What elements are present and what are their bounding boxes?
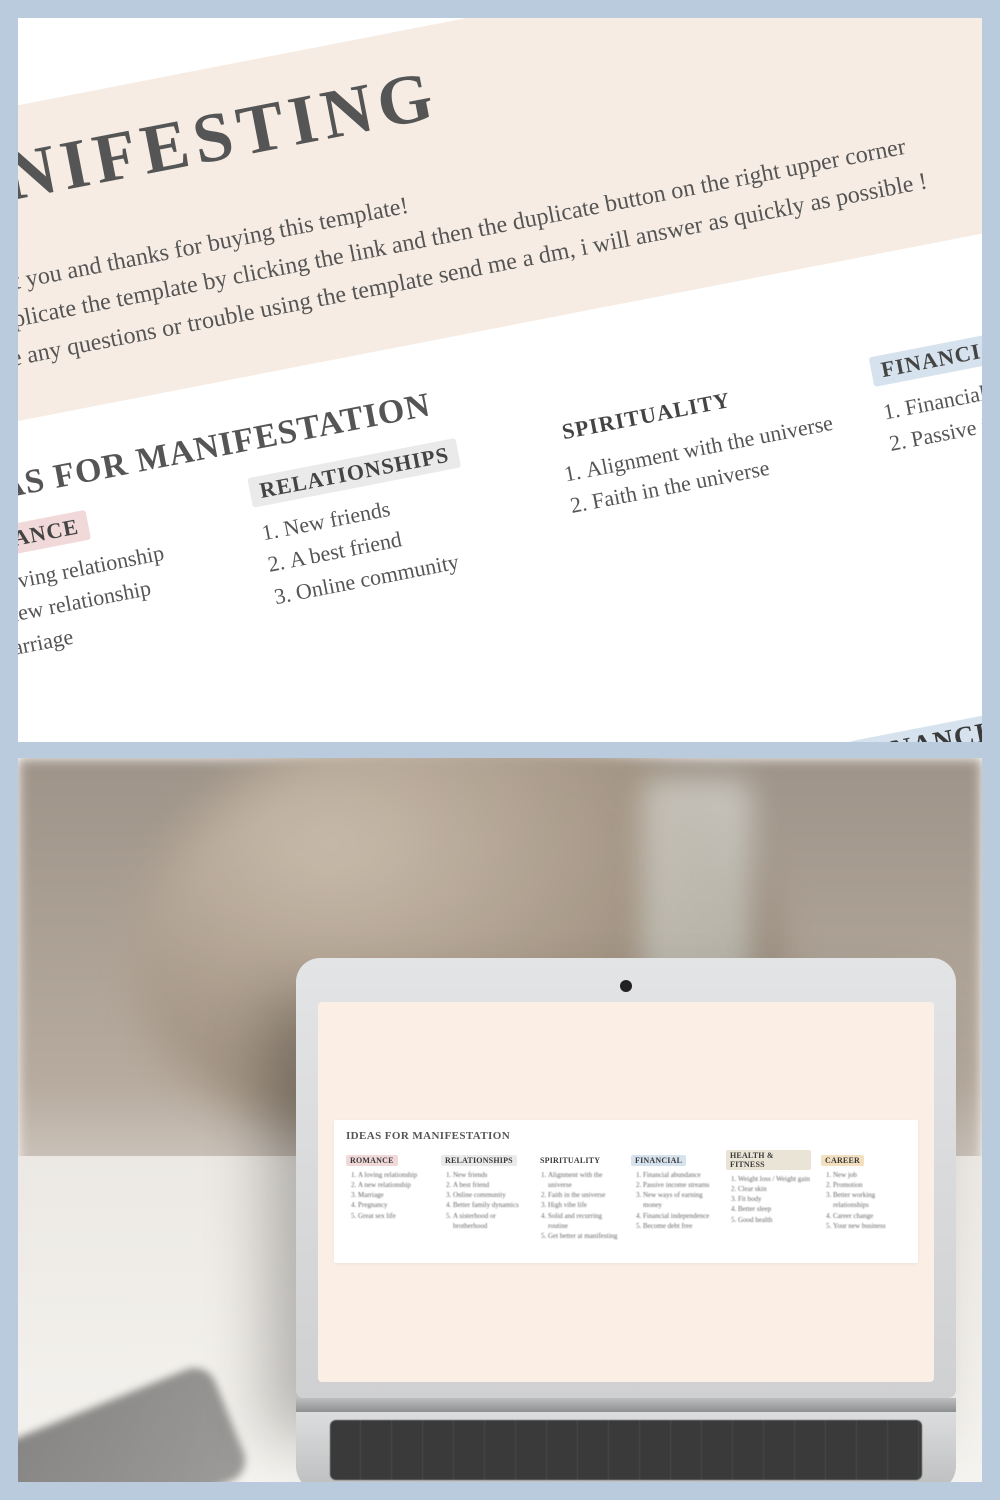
peek-tag-financial: FINANCIAL [849, 706, 982, 742]
list-item: Financial independence [643, 1211, 716, 1221]
mini-column-romance: ROMANCE A loving relationship A new rela… [346, 1150, 431, 1241]
list-item: Online community [453, 1190, 526, 1200]
screen-content: IDEAS FOR MANIFESTATION ROMANCE A loving… [334, 1120, 918, 1263]
list-item: New job [833, 1170, 906, 1180]
mini-section-title: IDEAS FOR MANIFESTATION [346, 1130, 906, 1142]
list-item: Clear skin [738, 1184, 811, 1194]
list-item: A new relationship [358, 1180, 431, 1190]
mini-tag-romance: ROMANCE [346, 1155, 398, 1166]
list-item: Pregnancy [358, 1200, 431, 1210]
mini-tag-spirituality: SPIRITUALITY [536, 1155, 604, 1166]
webcam-icon [620, 980, 632, 992]
mini-column-relationships: RELATIONSHIPS New friends A best friend … [441, 1150, 526, 1241]
laptop-screen: IDEAS FOR MANIFESTATION ROMANCE A loving… [318, 1002, 934, 1382]
list-item: Solid and recurring routine [548, 1211, 621, 1231]
list-item: Good health [738, 1215, 811, 1225]
list-item: Your new business [833, 1221, 906, 1231]
list-item: Great sex life [358, 1211, 431, 1221]
mini-column-financial: FINANCIAL Financial abundance Passive in… [631, 1150, 716, 1241]
mini-tag-relationships: RELATIONSHIPS [441, 1155, 517, 1166]
list-item: Better working relationships [833, 1190, 906, 1210]
list-item: Alignment with the universe [548, 1170, 621, 1190]
mini-column-spirituality: SPIRITUALITY Alignment with the universe… [536, 1150, 621, 1241]
list-item: Passive income streams [643, 1180, 716, 1190]
list-item: Better sleep [738, 1204, 811, 1214]
laptop-bezel: IDEAS FOR MANIFESTATION ROMANCE A loving… [296, 958, 956, 1398]
list-item: Weight loss / Weight gain [738, 1174, 811, 1184]
list-item: New ways of earning money [643, 1190, 716, 1210]
document-closeup: MANIFESTING I'm Alicia ✨ Nice to meet yo… [18, 18, 982, 687]
mini-tag-career: CAREER [821, 1155, 864, 1166]
laptop-mockup: IDEAS FOR MANIFESTATION ROMANCE A loving… [296, 958, 956, 1482]
list-item: Get better at manifesting [548, 1231, 621, 1241]
list-item: High vibe life [548, 1200, 621, 1210]
laptop-keyboard [330, 1420, 922, 1480]
mini-columns: ROMANCE A loving relationship A new rela… [346, 1150, 906, 1241]
mini-tag-financial: FINANCIAL [631, 1155, 686, 1166]
list-item: A sisterhood or brotherhood [453, 1211, 526, 1231]
preview-top-panel: MANIFESTING I'm Alicia ✨ Nice to meet yo… [18, 18, 982, 742]
list-item: Financial abundance [643, 1170, 716, 1180]
list-item: Faith in the universe [548, 1190, 621, 1200]
page-peek: FINANCIAL Financial abundan [849, 706, 982, 742]
list-item: Promotion [833, 1180, 906, 1190]
list-item: A best friend [453, 1180, 526, 1190]
list-item: Become debt free [643, 1221, 716, 1231]
list-item: Career change [833, 1211, 906, 1221]
preview-bottom-panel: IDEAS FOR MANIFESTATION ROMANCE A loving… [18, 758, 982, 1482]
list-item: New friends [453, 1170, 526, 1180]
mini-column-career: CAREER New job Promotion Better working … [821, 1150, 906, 1241]
mini-tag-health: HEALTH & FITNESS [726, 1150, 811, 1170]
laptop-keyboard-deck [296, 1412, 956, 1482]
mini-column-health: HEALTH & FITNESS Weight loss / Weight ga… [726, 1150, 811, 1241]
list-item: Better family dynamics [453, 1200, 526, 1210]
list-item: Fit body [738, 1194, 811, 1204]
laptop-hinge [296, 1398, 956, 1412]
list-item: A loving relationship [358, 1170, 431, 1180]
list-item: Marriage [358, 1190, 431, 1200]
